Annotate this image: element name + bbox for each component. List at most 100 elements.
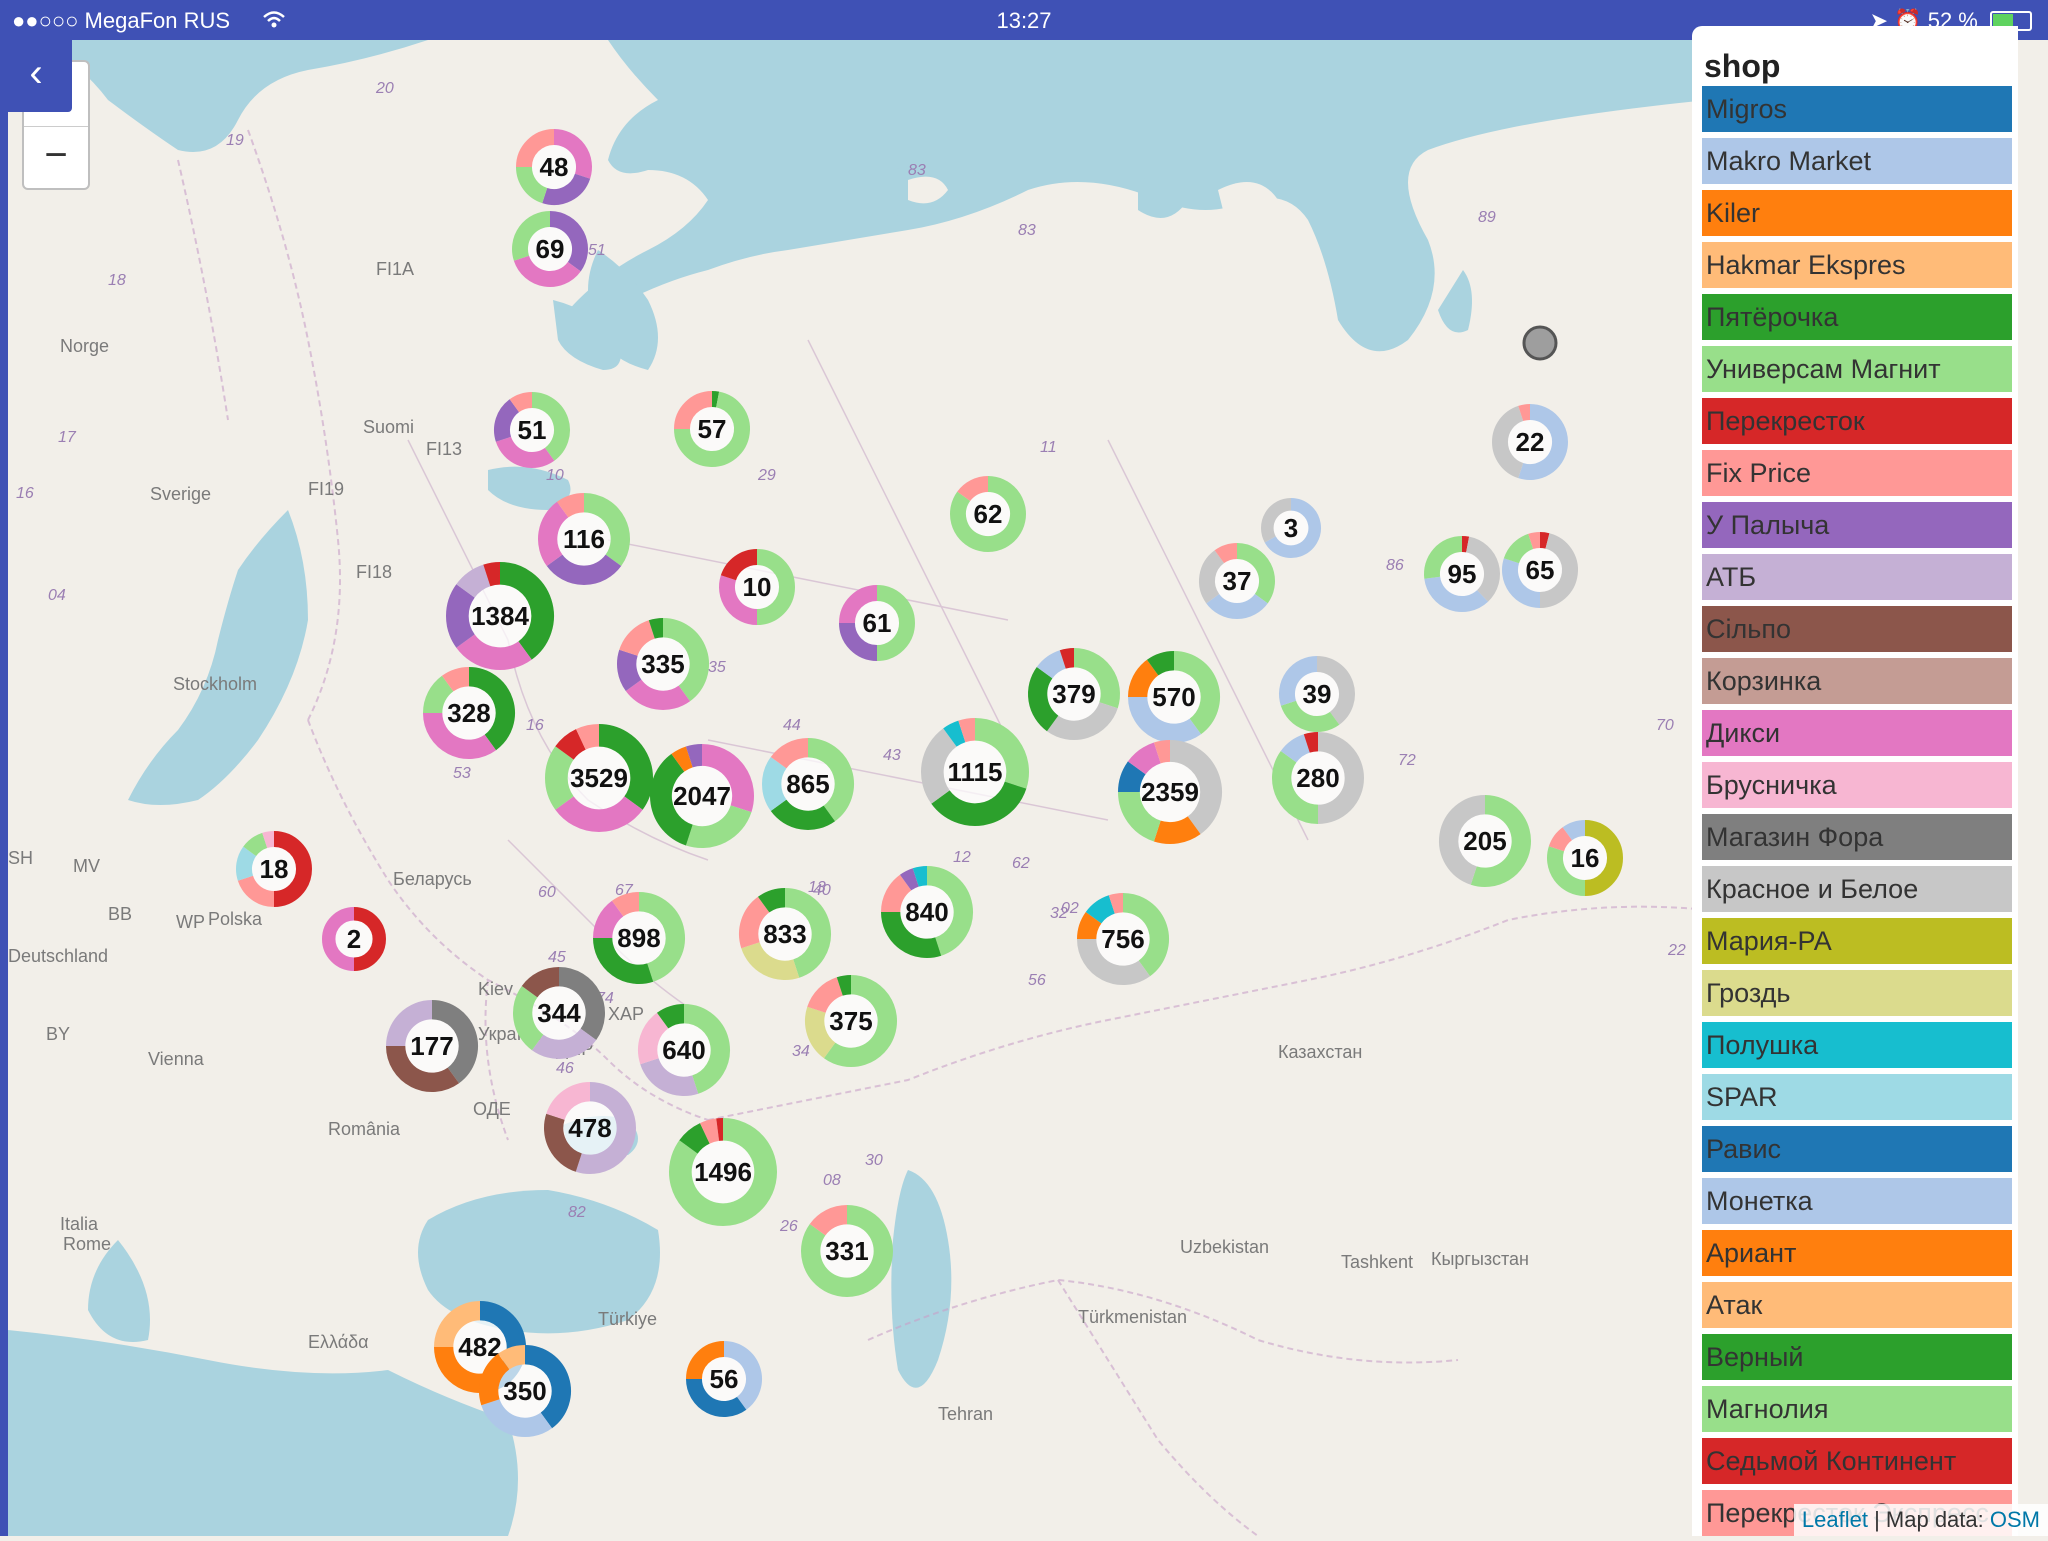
cluster-marker[interactable]: 570 (1138, 661, 1211, 734)
cluster-marker[interactable]: 48 (524, 137, 584, 197)
cluster-marker[interactable]: 16 (1555, 828, 1615, 888)
legend-item: Makro Market (1702, 138, 2012, 184)
leaflet-link[interactable]: Leaflet (1802, 1507, 1868, 1532)
map-canvas[interactable]: NorgeSuomiSverigeStockholmPolskaБеларусь… (8, 40, 1708, 1536)
cluster-marker[interactable]: 478 (554, 1092, 627, 1165)
cluster-marker[interactable]: 2047 (661, 755, 743, 837)
cluster-segment (1063, 658, 1074, 660)
region-number: 83 (1018, 222, 1036, 239)
cluster-segment (689, 755, 702, 757)
legend-item: Красное и Белое (1702, 866, 2012, 912)
cluster-marker[interactable]: 37 (1207, 551, 1267, 611)
legend-item: Магнолия (1702, 1386, 2012, 1432)
region-number: 12 (953, 849, 971, 866)
cluster-segment (556, 753, 564, 803)
cluster-marker[interactable]: 344 (523, 977, 596, 1050)
cluster-marker[interactable]: 331 (811, 1215, 884, 1288)
cluster-segment (1094, 904, 1112, 917)
cluster-marker[interactable]: 205 (1449, 805, 1522, 878)
region-number: 17 (58, 429, 77, 446)
zoom-out-button[interactable]: − (24, 126, 88, 189)
region-number: 82 (568, 1204, 586, 1221)
cluster-segment (1129, 768, 1137, 792)
cluster-marker[interactable]: 65 (1510, 540, 1570, 600)
cluster-marker[interactable]: 18 (244, 839, 304, 899)
cluster-segment (250, 840, 265, 851)
cluster-segment (1556, 834, 1567, 849)
cluster-segment (627, 653, 634, 686)
place-label: Türkiye (598, 1309, 657, 1329)
cluster-marker[interactable]: 280 (1282, 742, 1355, 815)
cluster-count: 335 (641, 649, 684, 679)
cluster-count: 205 (1463, 826, 1506, 856)
cluster-marker[interactable]: 116 (548, 503, 621, 576)
cluster-marker[interactable]: 1384 (457, 573, 542, 658)
osm-link[interactable]: OSM (1990, 1507, 2040, 1532)
cluster-marker[interactable]: 350 (489, 1355, 562, 1428)
cluster-marker[interactable]: 95 (1432, 544, 1492, 604)
cluster-marker[interactable]: 56 (694, 1349, 754, 1409)
region-number: 08 (823, 1172, 841, 1189)
legend-item: Гроздь (1702, 970, 2012, 1016)
cluster-marker[interactable]: 756 (1087, 903, 1160, 976)
cluster-marker[interactable]: 39 (1287, 664, 1347, 724)
cluster-marker[interactable]: 3529 (556, 735, 641, 820)
cluster-marker[interactable]: 10 (727, 557, 787, 617)
place-label: FI19 (308, 479, 344, 499)
cluster-marker[interactable]: 865 (772, 748, 845, 821)
cluster-marker[interactable]: 335 (627, 628, 700, 701)
place-label: Italia (60, 1214, 99, 1234)
cluster-marker[interactable]: 379 (1038, 658, 1111, 731)
legend-item: Мария-РА (1702, 918, 2012, 964)
cluster-count: 865 (786, 769, 829, 799)
cluster-count: 1496 (694, 1157, 752, 1187)
cluster-marker[interactable]: 328 (433, 677, 506, 750)
back-button[interactable]: ‹ (0, 40, 72, 112)
cluster-marker[interactable]: 840 (891, 876, 964, 949)
cluster-marker[interactable]: 898 (603, 902, 676, 975)
cluster-count: 898 (617, 923, 660, 953)
legend-item: Hakmar Ekspres (1702, 242, 2012, 288)
cluster-count: 328 (447, 698, 490, 728)
region-number: 45 (548, 949, 566, 966)
cluster-segment (618, 902, 639, 909)
place-label: Беларусь (393, 869, 472, 889)
place-label: Suomi (363, 417, 414, 437)
region-number: 86 (1386, 557, 1404, 574)
cluster-count: 280 (1296, 763, 1339, 793)
cluster-marker[interactable]: 640 (648, 1014, 721, 1087)
region-number: 60 (538, 884, 556, 901)
region-number: 10 (546, 467, 564, 484)
cluster-marker[interactable]: 1496 (680, 1129, 765, 1214)
cluster-count: 65 (1526, 555, 1555, 585)
legend-item: Ариант (1702, 1230, 2012, 1276)
cluster-marker[interactable]: 177 (396, 1010, 469, 1083)
cluster-marker[interactable]: 375 (815, 985, 888, 1058)
cluster-segment (564, 739, 580, 753)
place-label: SH (8, 848, 33, 868)
left-edge-bar (0, 40, 8, 1536)
cluster-marker[interactable]: 1115 (932, 729, 1017, 814)
location-marker-icon[interactable] (1524, 327, 1556, 359)
cluster-count: 1115 (948, 757, 1003, 787)
region-number: 51 (588, 242, 606, 259)
cluster-count: 177 (410, 1031, 453, 1061)
legend-item: Пятёрочка (1702, 294, 2012, 340)
region-number: 29 (757, 467, 776, 484)
cluster-marker[interactable]: 2 (329, 914, 380, 965)
legend-item: Магазин Фора (1702, 814, 2012, 860)
place-label: ХАР (608, 1004, 644, 1024)
cluster-count: 2047 (673, 781, 731, 811)
region-number: 16 (16, 485, 34, 502)
region-number: 44 (783, 717, 801, 734)
cluster-marker[interactable]: 57 (682, 399, 742, 459)
cluster-marker[interactable]: 61 (847, 593, 907, 653)
cluster-marker[interactable]: 3 (1267, 504, 1314, 551)
cluster-marker[interactable]: 22 (1500, 412, 1560, 472)
region-number: 70 (1656, 717, 1674, 734)
cluster-marker[interactable]: 62 (958, 484, 1018, 544)
cluster-marker[interactable]: 51 (502, 400, 562, 460)
cluster-marker[interactable]: 833 (749, 898, 822, 971)
cluster-marker[interactable]: 2359 (1129, 751, 1211, 833)
cluster-marker[interactable]: 69 (520, 219, 580, 279)
